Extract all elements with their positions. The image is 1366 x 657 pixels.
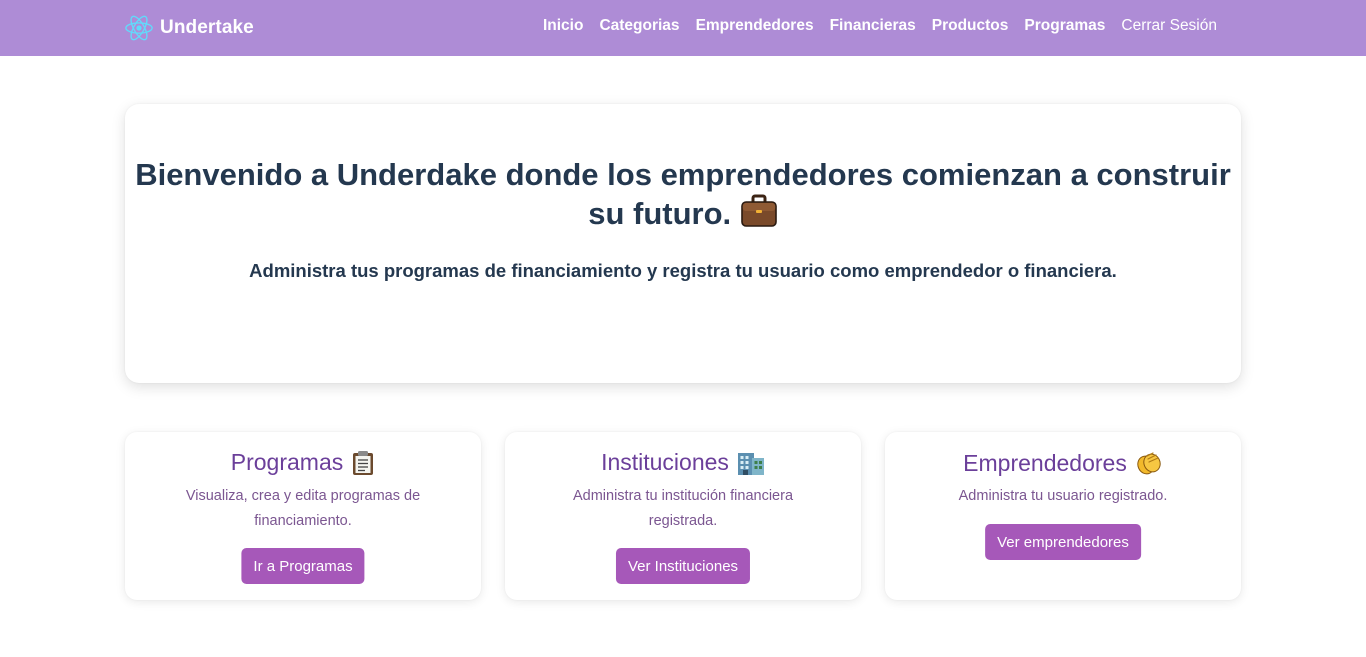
instituciones-card: Instituciones Administra tu institución …	[505, 432, 861, 600]
briefcase-icon	[740, 194, 777, 227]
ver-instituciones-button[interactable]: Ver Instituciones	[615, 548, 751, 584]
brand-name: Undertake	[160, 17, 254, 38]
nav-link-inicio[interactable]: Inicio	[543, 17, 583, 34]
nav-link-productos[interactable]: Productos	[932, 17, 1009, 34]
programas-card-title: Programas	[125, 449, 481, 476]
hero-title-line1: Bienvenido a Underdake donde los emprend…	[135, 157, 1231, 192]
nav-link-financieras[interactable]: Financieras	[830, 17, 916, 34]
nav-link-emprendedores[interactable]: Emprendedores	[696, 17, 814, 34]
ir-a-programas-button[interactable]: Ir a Programas	[241, 548, 365, 584]
instituciones-card-description: Administra tu institución financiera reg…	[572, 488, 794, 529]
emprendedores-card: Emprendedores Administra tu usuario regi…	[885, 432, 1241, 600]
clapping-hands-icon	[1137, 452, 1161, 475]
hero-card: Bienvenido a Underdake donde los emprend…	[125, 104, 1241, 383]
emprendedores-card-description: Administra tu usuario registrado.	[958, 488, 1168, 504]
nav-links: Inicio Categorias Emprendedores Financie…	[543, 17, 1217, 35]
hero-title: Bienvenido a Underdake donde los emprend…	[125, 156, 1241, 233]
instituciones-title-text: Instituciones	[601, 449, 729, 475]
clipboard-icon	[353, 450, 374, 475]
logout-link[interactable]: Cerrar Sesión	[1121, 17, 1217, 34]
programas-title-text: Programas	[230, 449, 344, 475]
ver-emprendedores-button[interactable]: Ver emprendedores	[985, 524, 1141, 560]
brand-link[interactable]: Undertake	[124, 12, 254, 44]
react-atom-icon	[125, 15, 153, 41]
office-building-icon	[737, 452, 764, 475]
programas-card: Programas Visualiza, crea y edita progra…	[125, 432, 481, 600]
emprendedores-card-title: Emprendedores	[885, 449, 1241, 477]
hero-title-line2: su futuro.	[588, 196, 732, 231]
emprendedores-title-text: Emprendedores	[963, 449, 1127, 476]
programas-card-description: Visualiza, crea y edita programas de fin…	[185, 488, 421, 529]
navbar: Undertake Inicio Categorias Emprendedore…	[0, 0, 1366, 56]
nav-link-categorias[interactable]: Categorias	[599, 17, 679, 34]
instituciones-card-title: Instituciones	[505, 449, 861, 476]
nav-link-programas[interactable]: Programas	[1024, 17, 1105, 34]
hero-subtitle: Administra tus programas de financiamien…	[249, 260, 1117, 281]
